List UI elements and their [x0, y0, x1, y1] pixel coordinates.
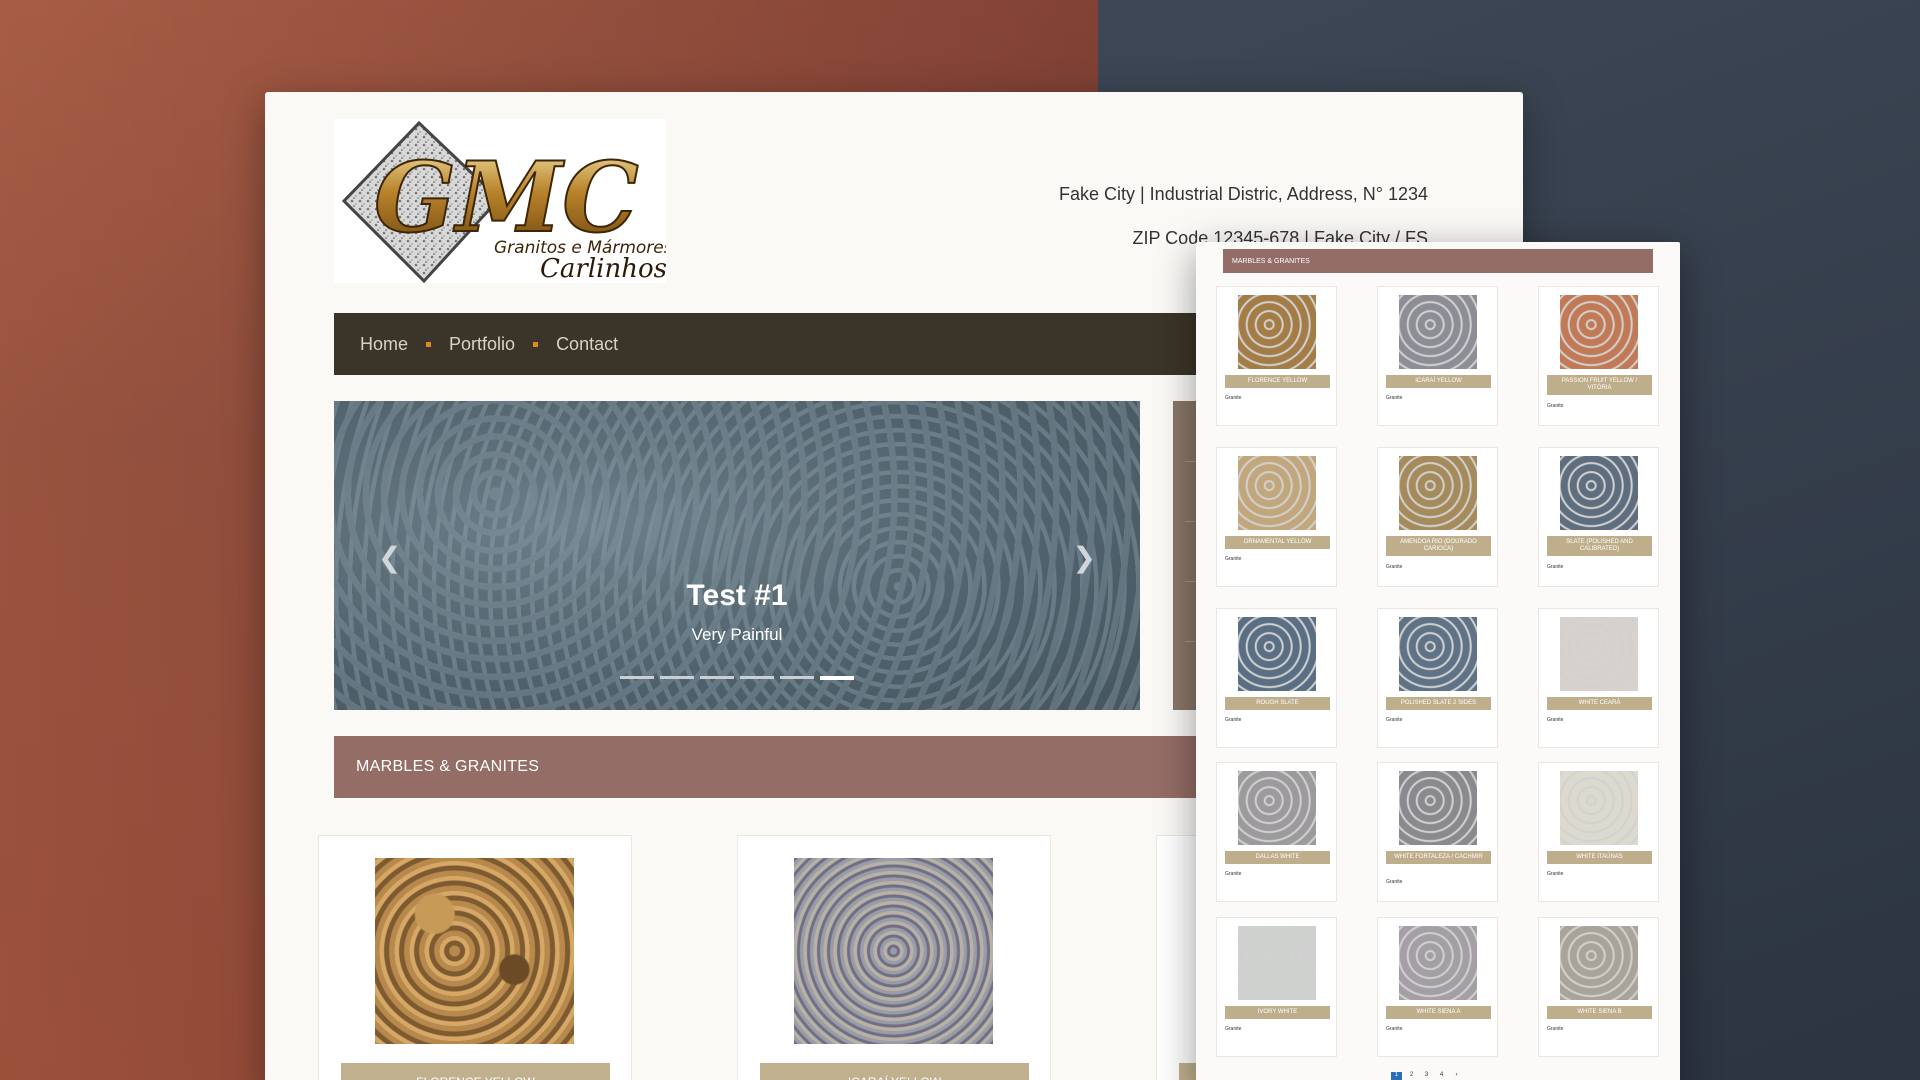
nav-separator — [533, 341, 539, 347]
image-slider: ❮ ❯ Test #1 Very Painful — [334, 401, 1140, 710]
slider-prev-icon[interactable]: ❮ — [378, 541, 401, 574]
catalog-tile-meta: Granite — [1547, 564, 1564, 570]
pagination: 1 2 3 4 › — [1391, 1072, 1462, 1080]
catalog-tile-label: DALLAS WHITE — [1225, 851, 1330, 864]
catalog-tile[interactable]: WHITE SIENA A Granite — [1377, 917, 1498, 1057]
slider-indicator[interactable] — [740, 676, 774, 679]
catalog-tile-label: PASSION FRUIT YELLOW / VITÓRIA — [1547, 375, 1652, 395]
product-label: ICARAÍ YELLOW — [760, 1063, 1029, 1080]
address-line-1: Fake City | Industrial Distric, Address,… — [1058, 184, 1428, 204]
catalog-tile[interactable]: ICARAÍ YELLOW Granite — [1377, 286, 1498, 426]
page-link[interactable]: 4 — [1436, 1072, 1447, 1080]
nav-portfolio[interactable]: Portfolio — [449, 334, 515, 355]
catalog-tile-label: WHITE SIENA A — [1386, 1006, 1491, 1019]
catalog-tile-label: WHITE CEARÁ — [1547, 697, 1652, 710]
catalog-tile-image[interactable] — [1238, 617, 1316, 691]
slider-indicator[interactable] — [700, 676, 734, 679]
catalog-tile-image[interactable] — [1560, 295, 1638, 369]
catalog-tile-meta: Granite — [1225, 717, 1242, 723]
product-image[interactable] — [375, 858, 574, 1044]
catalog-tile[interactable]: WHITE ITAÚNAS Granite — [1538, 762, 1659, 902]
catalog-tile-image[interactable] — [1399, 617, 1477, 691]
catalog-tile-label: WHITE SIENA B — [1547, 1006, 1652, 1019]
product-card[interactable]: FLORENCE YELLOW — [318, 835, 632, 1080]
catalog-tile-image[interactable] — [1399, 456, 1477, 530]
catalog-tile-label: ORNAMENTAL YELLOW — [1225, 536, 1330, 549]
slide-image — [334, 401, 1140, 710]
catalog-tile-meta: Granite — [1547, 871, 1564, 877]
catalog-tile-meta: Granite — [1547, 403, 1564, 409]
catalog-tile-meta: Granite — [1225, 556, 1242, 562]
catalog-tile-meta: Granite — [1225, 1026, 1242, 1032]
catalog-tile[interactable]: POLISHED SLATE 2 SIDES Granite — [1377, 608, 1498, 748]
product-card[interactable]: ICARAÍ YELLOW — [737, 835, 1051, 1080]
catalog-tile[interactable]: FLORENCE YELLOW Granite — [1216, 286, 1337, 426]
catalog-tile-meta: Granite — [1225, 871, 1242, 877]
catalog-tile-image[interactable] — [1238, 295, 1316, 369]
catalog-tile-meta: Granite — [1386, 1026, 1403, 1032]
slider-indicator[interactable] — [780, 676, 814, 679]
catalog-tile[interactable]: AMENDOA RIO (DOURADO CARIOCA) Granite — [1377, 447, 1498, 587]
slider-indicator[interactable] — [660, 676, 694, 679]
catalog-tile-label: ICARAÍ YELLOW — [1386, 375, 1491, 388]
page-next[interactable]: › — [1451, 1072, 1462, 1080]
slider-indicator-active[interactable] — [820, 676, 854, 680]
catalog-tile-image[interactable] — [1399, 295, 1477, 369]
catalog-tile-image[interactable] — [1238, 926, 1316, 1000]
catalog-tile-label: ROUGH SLATE — [1225, 697, 1330, 710]
catalog-tile-image[interactable] — [1560, 926, 1638, 1000]
catalog-tile[interactable]: DALLAS WHITE Granite — [1216, 762, 1337, 902]
product-image[interactable] — [794, 858, 993, 1044]
catalog-preview-window: MARBLES & GRANITES FLORENCE YELLOW Granit… — [1196, 242, 1680, 1080]
catalog-tile-meta: Granite — [1386, 395, 1403, 401]
page-link[interactable]: 3 — [1421, 1072, 1432, 1080]
slide-subtitle: Very Painful — [691, 625, 783, 644]
catalog-tile[interactable]: IVORY WHITE Granite — [1216, 917, 1337, 1057]
catalog-tile-label: FLORENCE YELLOW — [1225, 375, 1330, 388]
catalog-tile-image[interactable] — [1560, 617, 1638, 691]
logo-name: Carlinhos — [540, 254, 666, 283]
nav-home[interactable]: Home — [360, 334, 408, 355]
slider-indicator[interactable] — [620, 676, 654, 679]
catalog-tile[interactable]: SLATE (POLISHED AND CALIBRATED) Granite — [1538, 447, 1659, 587]
catalog-tile-image[interactable] — [1399, 926, 1477, 1000]
catalog-section-header: MARBLES & GRANITES — [1223, 249, 1653, 273]
catalog-tile[interactable]: WHITE CEARÁ Granite — [1538, 608, 1659, 748]
catalog-tile-image[interactable] — [1238, 771, 1316, 845]
catalog-tile-meta: Granite — [1386, 717, 1403, 723]
catalog-tile-meta: Granite — [1547, 1026, 1564, 1032]
catalog-tile[interactable]: ROUGH SLATE Granite — [1216, 608, 1337, 748]
slider-next-icon[interactable]: ❯ — [1073, 541, 1096, 574]
catalog-tile-label: POLISHED SLATE 2 SIDES — [1386, 697, 1491, 710]
catalog-tile-label: SLATE (POLISHED AND CALIBRATED) — [1547, 536, 1652, 556]
nav-contact[interactable]: Contact — [556, 334, 618, 355]
page-link[interactable]: 2 — [1406, 1072, 1417, 1080]
catalog-tile[interactable]: ORNAMENTAL YELLOW Granite — [1216, 447, 1337, 587]
catalog-tile-label: AMENDOA RIO (DOURADO CARIOCA) — [1386, 536, 1491, 556]
catalog-tile-image[interactable] — [1560, 771, 1638, 845]
slider-indicators — [620, 676, 854, 680]
company-logo[interactable]: GMC Granitos e Mármores Carlinhos — [334, 119, 666, 283]
catalog-tile-meta: Granite — [1386, 879, 1403, 885]
product-label: FLORENCE YELLOW — [341, 1063, 610, 1080]
nav-separator — [426, 341, 432, 347]
catalog-tile-label: WHITE ITAÚNAS — [1547, 851, 1652, 864]
slide-title: Test #1 — [686, 579, 788, 612]
catalog-tile-meta: Granite — [1225, 395, 1242, 401]
catalog-tile-label: IVORY WHITE — [1225, 1006, 1330, 1019]
catalog-tile[interactable]: PASSION FRUIT YELLOW / VITÓRIA Granite — [1538, 286, 1659, 426]
catalog-tile-label: WHITE FORTALEZA / CACHMIR — [1386, 851, 1491, 864]
catalog-tile[interactable]: WHITE FORTALEZA / CACHMIR Granite — [1377, 762, 1498, 902]
catalog-tile-meta: Granite — [1386, 564, 1403, 570]
catalog-tile[interactable]: WHITE SIENA B Granite — [1538, 917, 1659, 1057]
catalog-tile-image[interactable] — [1399, 771, 1477, 845]
catalog-tile-meta: Granite — [1547, 717, 1564, 723]
page-link[interactable]: 1 — [1391, 1072, 1402, 1080]
catalog-tile-image[interactable] — [1560, 456, 1638, 530]
catalog-tile-image[interactable] — [1238, 456, 1316, 530]
